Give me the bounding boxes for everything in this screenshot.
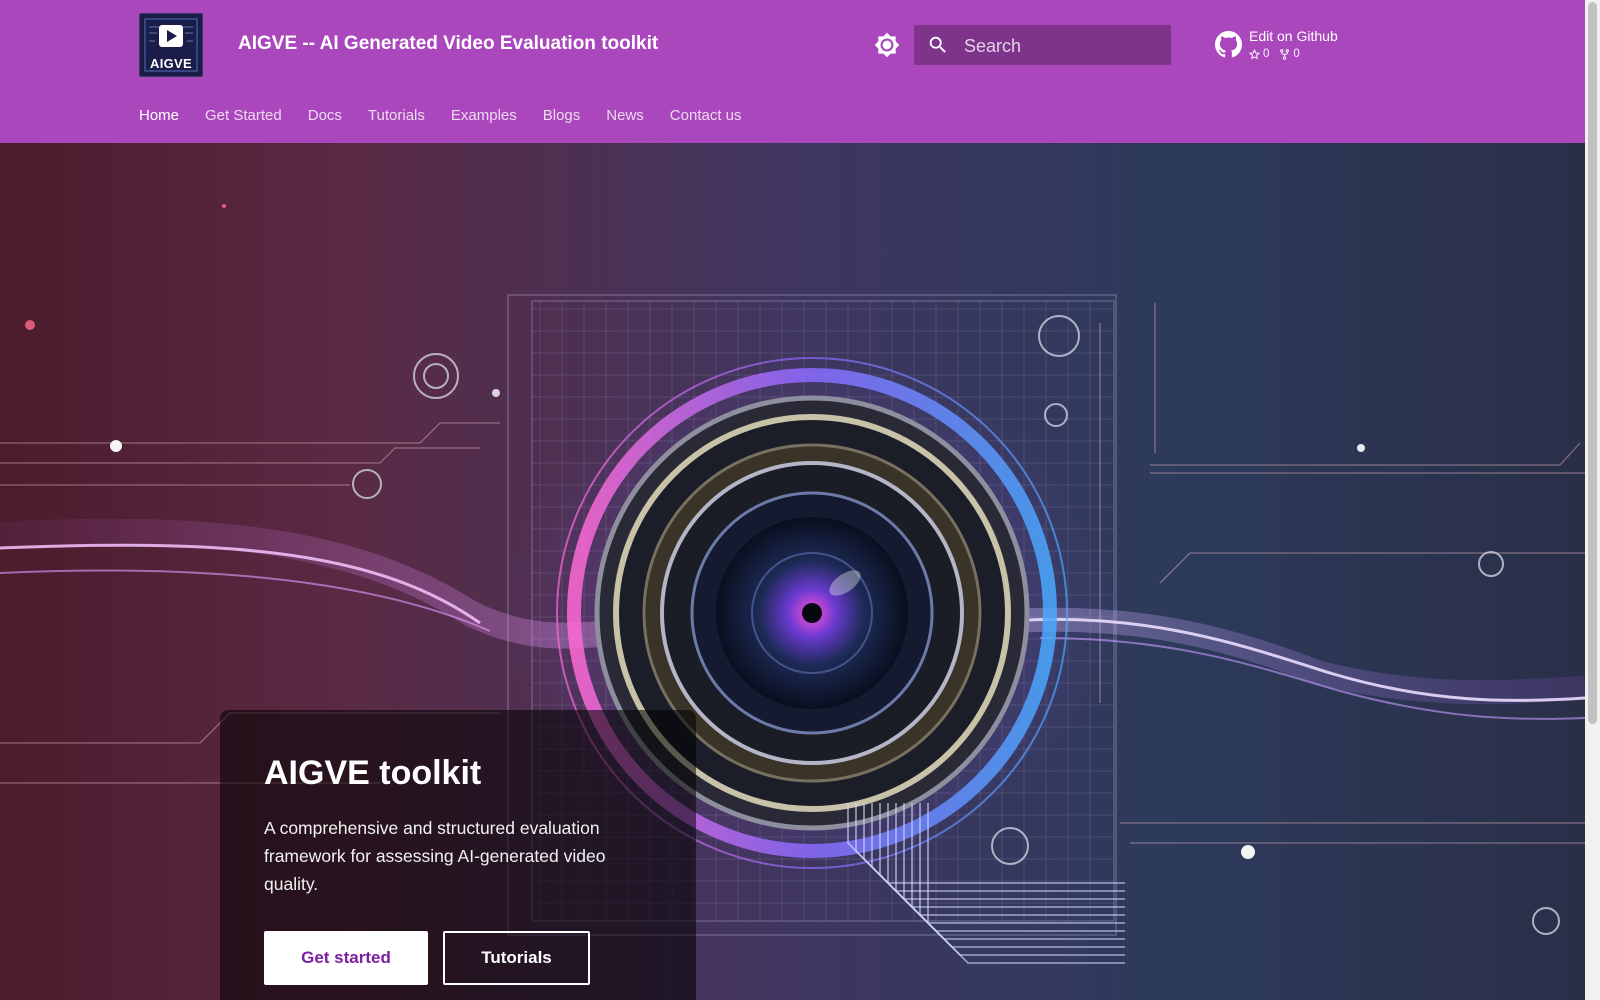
brightness-icon [874,32,900,58]
tutorials-button[interactable]: Tutorials [443,931,590,985]
fork-count: 0 [1293,48,1300,60]
main-nav: Home Get Started Docs Tutorials Examples… [139,107,768,124]
hero-section: AIGVE toolkit A comprehensive and struct… [0,143,1585,1000]
star-icon [1249,48,1260,59]
hero-title: AIGVE toolkit [264,754,482,792]
site-title[interactable]: AIGVE -- AI Generated Video Evaluation t… [238,33,658,55]
github-repo-link[interactable]: Edit on Github 0 0 [1213,26,1363,66]
github-link-label: Edit on Github [1249,28,1338,44]
hero-description: A comprehensive and structured evaluatio… [264,818,606,894]
logo-text: AIGVE [150,56,192,71]
nav-item-blogs[interactable]: Blogs [543,107,581,124]
nav-item-get-started[interactable]: Get Started [205,107,282,124]
repo-facts: 0 0 [1249,48,1300,60]
get-started-button[interactable]: Get started [264,931,428,985]
repo-stars: 0 [1249,48,1269,60]
page-scrollbar[interactable] [1585,0,1600,1000]
nav-item-docs[interactable]: Docs [308,107,342,124]
search-box[interactable] [914,25,1171,67]
search-icon [929,36,946,53]
search-input[interactable] [962,25,1166,67]
site-logo[interactable]: AIGVE [139,13,203,77]
theme-toggle-button[interactable] [872,30,902,60]
github-icon [1215,31,1242,58]
nav-item-contact-us[interactable]: Contact us [670,107,742,124]
nav-item-news[interactable]: News [606,107,644,124]
scrollbar-thumb[interactable] [1588,2,1597,724]
nav-item-home[interactable]: Home [139,107,179,124]
top-header: AIGVE AIGVE -- AI Generated Video Evalua… [0,0,1585,143]
nav-item-tutorials[interactable]: Tutorials [368,107,425,124]
star-count: 0 [1263,48,1270,60]
hero-card: AIGVE toolkit A comprehensive and struct… [220,710,696,1000]
fork-icon [1280,48,1290,60]
nav-item-examples[interactable]: Examples [451,107,517,124]
repo-forks: 0 [1279,48,1300,60]
